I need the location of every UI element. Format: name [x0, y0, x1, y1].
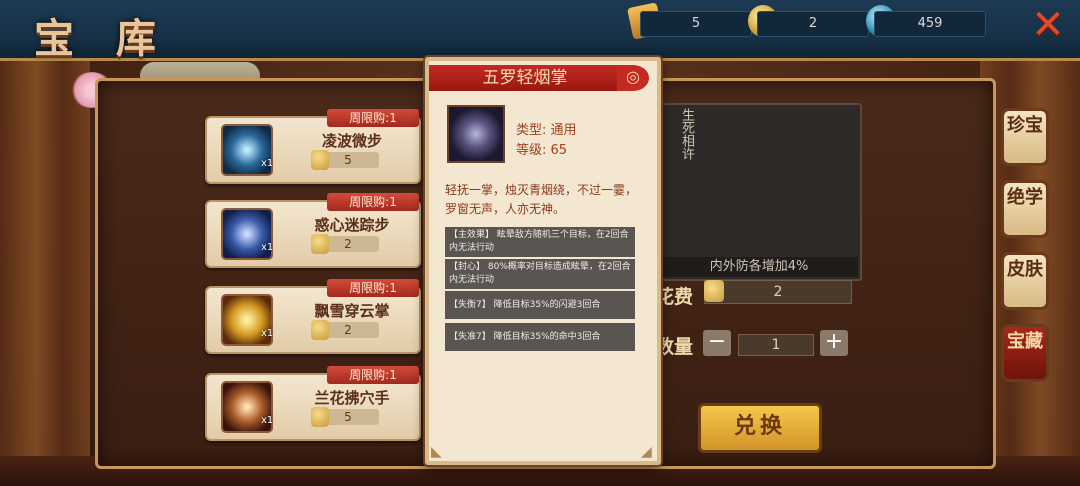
effect-row: 【失准7】 降低目标35%的命中3回合	[445, 323, 635, 351]
quantity-minus-button[interactable]: −	[703, 330, 731, 356]
resource-scroll-count: 5	[640, 11, 752, 37]
item-count: x1	[261, 328, 274, 339]
effect-row: 【封心】 80%概率对目标造成眩晕，在2回合内无法行动	[445, 259, 635, 289]
item-name: 兰花拂穴手	[314, 389, 390, 407]
effect-row: 【主效果】 眩晕敌方随机三个目标，在2回合内无法行动	[445, 227, 635, 257]
resource-coin-count: 2	[757, 11, 869, 37]
item-name: 惑心迷踪步	[314, 216, 390, 234]
quantity-value[interactable]: 1	[738, 334, 814, 356]
tab-skins[interactable]: 皮肤	[1001, 252, 1049, 310]
item-name: 凌波微步	[321, 132, 382, 150]
skill-flavor-text: 轻抚一掌，烛灭青烟绕，不过一霎，罗窗无声，人亦无神。	[445, 183, 638, 216]
list-item[interactable]: 周限购:1 x1 凌波微步 5	[205, 109, 421, 184]
item-count: x1	[261, 415, 274, 426]
item-count: x1	[261, 242, 274, 253]
effect-row: 【失衡7】 降低目标35%的闪避3回合	[445, 291, 635, 319]
skill-type: 类型: 通用	[516, 123, 577, 138]
corner-ornament-icon: ◢	[641, 444, 652, 460]
left-curtain	[0, 60, 90, 486]
card-title: 五罗轻烟掌	[429, 65, 621, 91]
skill-level: 等级: 65	[516, 143, 568, 158]
weekly-limit-badge: 周限购:1	[327, 193, 419, 211]
tab-skills[interactable]: 绝学	[1001, 180, 1049, 238]
list-item[interactable]: 周限购:1 x1 飘雪穿云掌 2	[205, 279, 421, 354]
item-count: x1	[261, 158, 274, 169]
list-item[interactable]: 周限购:1 x1 兰花拂穴手 5	[205, 366, 421, 441]
resource-jade-count: 459	[874, 11, 986, 37]
top-bar: 宝 库 5 2 459 ✕	[0, 0, 1080, 62]
tab-hoard[interactable]: 宝藏	[1001, 324, 1049, 382]
quantity-plus-button[interactable]: +	[820, 330, 848, 356]
corner-ornament-icon: ◣	[431, 444, 442, 460]
weekly-limit-badge: 周限购:1	[327, 279, 419, 297]
weekly-limit-badge: 周限购:1	[327, 366, 419, 384]
smoke-palm-skill-icon	[447, 105, 505, 163]
list-item[interactable]: 周限购:1 x1 惑心迷踪步 2	[205, 193, 421, 268]
scroll-curl-icon: ◎	[617, 65, 649, 91]
weekly-limit-badge: 周限购:1	[327, 109, 419, 127]
close-icon[interactable]: ✕	[1030, 5, 1066, 45]
cost-value: 2	[704, 280, 852, 304]
exchange-button[interactable]: 兑换	[698, 403, 822, 453]
item-price: 2	[344, 237, 352, 251]
tab-treasure[interactable]: 珍宝	[1001, 108, 1049, 166]
skill-tooltip-card: 五罗轻烟掌 ◎ 类型: 通用 等级: 65 轻抚一掌，烛灭青烟绕，不过一霎，罗窗…	[425, 57, 661, 465]
item-price: 5	[344, 153, 352, 167]
item-price: 2	[344, 323, 352, 337]
preview-item-name: 生死相许	[679, 108, 694, 160]
item-price: 5	[344, 410, 352, 424]
item-name: 飘雪穿云掌	[314, 302, 390, 320]
page-title: 宝 库	[34, 15, 170, 62]
coin-icon	[704, 280, 724, 302]
preview-description: 内外防各增加4%	[660, 257, 858, 277]
